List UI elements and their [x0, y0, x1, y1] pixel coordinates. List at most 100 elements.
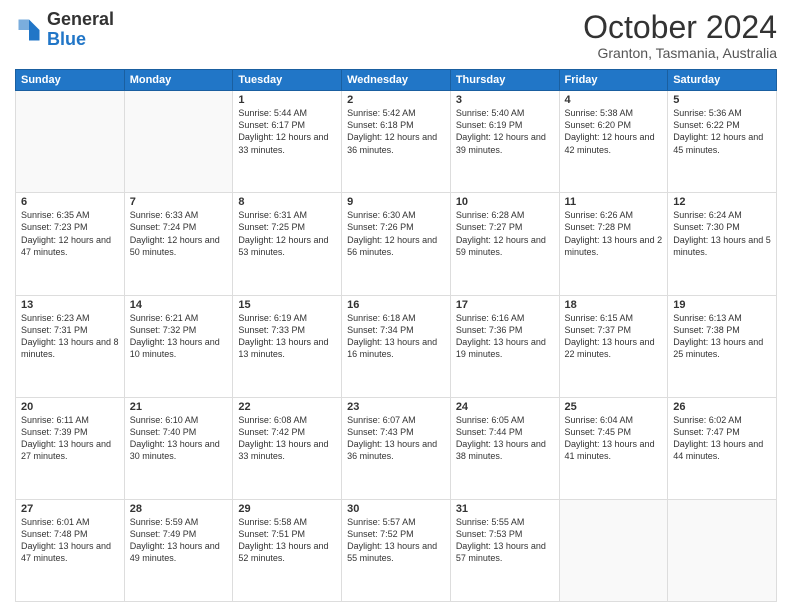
calendar-cell: 27Sunrise: 6:01 AMSunset: 7:48 PMDayligh…: [16, 499, 125, 601]
day-info: Sunrise: 6:18 AMSunset: 7:34 PMDaylight:…: [347, 312, 445, 361]
day-info: Sunrise: 5:38 AMSunset: 6:20 PMDaylight:…: [565, 107, 663, 156]
calendar-week-row: 6Sunrise: 6:35 AMSunset: 7:23 PMDaylight…: [16, 193, 777, 295]
day-info: Sunrise: 5:42 AMSunset: 6:18 PMDaylight:…: [347, 107, 445, 156]
logo-general: General: [47, 9, 114, 29]
logo-icon: [15, 16, 43, 44]
day-info: Sunrise: 6:05 AMSunset: 7:44 PMDaylight:…: [456, 414, 554, 463]
calendar-cell: 18Sunrise: 6:15 AMSunset: 7:37 PMDayligh…: [559, 295, 668, 397]
day-number: 3: [456, 94, 554, 106]
calendar-cell: 29Sunrise: 5:58 AMSunset: 7:51 PMDayligh…: [233, 499, 342, 601]
day-info: Sunrise: 6:30 AMSunset: 7:26 PMDaylight:…: [347, 209, 445, 258]
day-number: 9: [347, 196, 445, 208]
day-number: 2: [347, 94, 445, 106]
calendar-cell: [668, 499, 777, 601]
calendar-weekday-header: Monday: [124, 70, 233, 91]
day-info: Sunrise: 6:23 AMSunset: 7:31 PMDaylight:…: [21, 312, 119, 361]
calendar-cell: [16, 91, 125, 193]
day-info: Sunrise: 6:28 AMSunset: 7:27 PMDaylight:…: [456, 209, 554, 258]
page: General Blue October 2024 Granton, Tasma…: [0, 0, 792, 612]
day-number: 20: [21, 401, 119, 413]
day-number: 26: [673, 401, 771, 413]
day-number: 28: [130, 503, 228, 515]
logo: General Blue: [15, 10, 114, 50]
calendar-cell: 10Sunrise: 6:28 AMSunset: 7:27 PMDayligh…: [450, 193, 559, 295]
day-info: Sunrise: 6:19 AMSunset: 7:33 PMDaylight:…: [238, 312, 336, 361]
day-info: Sunrise: 6:24 AMSunset: 7:30 PMDaylight:…: [673, 209, 771, 258]
day-info: Sunrise: 6:08 AMSunset: 7:42 PMDaylight:…: [238, 414, 336, 463]
day-number: 22: [238, 401, 336, 413]
day-info: Sunrise: 5:40 AMSunset: 6:19 PMDaylight:…: [456, 107, 554, 156]
day-info: Sunrise: 6:02 AMSunset: 7:47 PMDaylight:…: [673, 414, 771, 463]
calendar-week-row: 13Sunrise: 6:23 AMSunset: 7:31 PMDayligh…: [16, 295, 777, 397]
month-title: October 2024: [583, 10, 777, 45]
calendar-weekday-header: Sunday: [16, 70, 125, 91]
day-info: Sunrise: 6:10 AMSunset: 7:40 PMDaylight:…: [130, 414, 228, 463]
day-info: Sunrise: 5:57 AMSunset: 7:52 PMDaylight:…: [347, 516, 445, 565]
day-info: Sunrise: 5:59 AMSunset: 7:49 PMDaylight:…: [130, 516, 228, 565]
calendar-cell: 31Sunrise: 5:55 AMSunset: 7:53 PMDayligh…: [450, 499, 559, 601]
calendar-cell: 4Sunrise: 5:38 AMSunset: 6:20 PMDaylight…: [559, 91, 668, 193]
day-number: 29: [238, 503, 336, 515]
day-number: 15: [238, 299, 336, 311]
day-number: 24: [456, 401, 554, 413]
day-number: 21: [130, 401, 228, 413]
day-number: 23: [347, 401, 445, 413]
calendar-week-row: 27Sunrise: 6:01 AMSunset: 7:48 PMDayligh…: [16, 499, 777, 601]
calendar-cell: 3Sunrise: 5:40 AMSunset: 6:19 PMDaylight…: [450, 91, 559, 193]
day-info: Sunrise: 5:58 AMSunset: 7:51 PMDaylight:…: [238, 516, 336, 565]
calendar-cell: 16Sunrise: 6:18 AMSunset: 7:34 PMDayligh…: [342, 295, 451, 397]
calendar-cell: 8Sunrise: 6:31 AMSunset: 7:25 PMDaylight…: [233, 193, 342, 295]
day-info: Sunrise: 5:44 AMSunset: 6:17 PMDaylight:…: [238, 107, 336, 156]
day-number: 10: [456, 196, 554, 208]
day-info: Sunrise: 6:01 AMSunset: 7:48 PMDaylight:…: [21, 516, 119, 565]
calendar-cell: 7Sunrise: 6:33 AMSunset: 7:24 PMDaylight…: [124, 193, 233, 295]
day-number: 27: [21, 503, 119, 515]
calendar-weekday-header: Friday: [559, 70, 668, 91]
logo-blue: Blue: [47, 29, 86, 49]
calendar-cell: 24Sunrise: 6:05 AMSunset: 7:44 PMDayligh…: [450, 397, 559, 499]
calendar-cell: 1Sunrise: 5:44 AMSunset: 6:17 PMDaylight…: [233, 91, 342, 193]
location: Granton, Tasmania, Australia: [583, 45, 777, 61]
header: General Blue October 2024 Granton, Tasma…: [15, 10, 777, 61]
calendar-weekday-header: Saturday: [668, 70, 777, 91]
day-info: Sunrise: 6:21 AMSunset: 7:32 PMDaylight:…: [130, 312, 228, 361]
calendar-cell: 5Sunrise: 5:36 AMSunset: 6:22 PMDaylight…: [668, 91, 777, 193]
day-info: Sunrise: 6:26 AMSunset: 7:28 PMDaylight:…: [565, 209, 663, 258]
day-info: Sunrise: 5:55 AMSunset: 7:53 PMDaylight:…: [456, 516, 554, 565]
day-number: 14: [130, 299, 228, 311]
calendar-cell: 12Sunrise: 6:24 AMSunset: 7:30 PMDayligh…: [668, 193, 777, 295]
day-number: 13: [21, 299, 119, 311]
calendar-table: SundayMondayTuesdayWednesdayThursdayFrid…: [15, 69, 777, 602]
day-number: 19: [673, 299, 771, 311]
calendar-cell: 28Sunrise: 5:59 AMSunset: 7:49 PMDayligh…: [124, 499, 233, 601]
calendar-cell: 26Sunrise: 6:02 AMSunset: 7:47 PMDayligh…: [668, 397, 777, 499]
calendar-weekday-header: Tuesday: [233, 70, 342, 91]
calendar-cell: 19Sunrise: 6:13 AMSunset: 7:38 PMDayligh…: [668, 295, 777, 397]
calendar-cell: [124, 91, 233, 193]
calendar-cell: 9Sunrise: 6:30 AMSunset: 7:26 PMDaylight…: [342, 193, 451, 295]
day-number: 6: [21, 196, 119, 208]
day-number: 4: [565, 94, 663, 106]
day-info: Sunrise: 6:15 AMSunset: 7:37 PMDaylight:…: [565, 312, 663, 361]
calendar-weekday-header: Wednesday: [342, 70, 451, 91]
day-number: 5: [673, 94, 771, 106]
day-number: 12: [673, 196, 771, 208]
calendar-cell: 2Sunrise: 5:42 AMSunset: 6:18 PMDaylight…: [342, 91, 451, 193]
day-number: 25: [565, 401, 663, 413]
day-info: Sunrise: 6:04 AMSunset: 7:45 PMDaylight:…: [565, 414, 663, 463]
day-info: Sunrise: 6:35 AMSunset: 7:23 PMDaylight:…: [21, 209, 119, 258]
day-number: 31: [456, 503, 554, 515]
calendar-cell: [559, 499, 668, 601]
logo-text: General Blue: [47, 10, 114, 50]
day-info: Sunrise: 6:13 AMSunset: 7:38 PMDaylight:…: [673, 312, 771, 361]
calendar-cell: 23Sunrise: 6:07 AMSunset: 7:43 PMDayligh…: [342, 397, 451, 499]
day-number: 7: [130, 196, 228, 208]
day-info: Sunrise: 6:07 AMSunset: 7:43 PMDaylight:…: [347, 414, 445, 463]
calendar-header-row: SundayMondayTuesdayWednesdayThursdayFrid…: [16, 70, 777, 91]
calendar-cell: 17Sunrise: 6:16 AMSunset: 7:36 PMDayligh…: [450, 295, 559, 397]
day-number: 17: [456, 299, 554, 311]
calendar-cell: 20Sunrise: 6:11 AMSunset: 7:39 PMDayligh…: [16, 397, 125, 499]
calendar-cell: 30Sunrise: 5:57 AMSunset: 7:52 PMDayligh…: [342, 499, 451, 601]
calendar-cell: 11Sunrise: 6:26 AMSunset: 7:28 PMDayligh…: [559, 193, 668, 295]
day-info: Sunrise: 6:16 AMSunset: 7:36 PMDaylight:…: [456, 312, 554, 361]
